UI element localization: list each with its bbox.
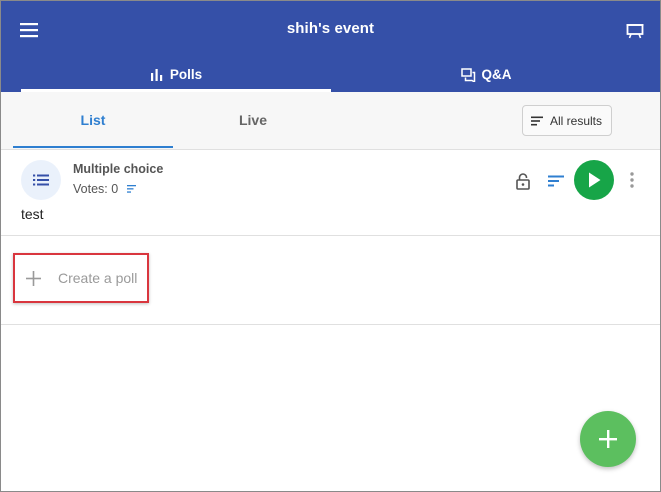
sub-tab-bar: List Live All results <box>1 92 660 150</box>
poll-question: test <box>21 206 44 222</box>
present-mode-button[interactable] <box>620 17 650 45</box>
plus-icon <box>26 270 41 286</box>
list-icon <box>33 174 49 186</box>
more-vertical-icon <box>630 172 634 188</box>
create-poll-label: Create a poll <box>58 270 138 286</box>
tab-list[interactable]: List <box>13 92 173 148</box>
tab-polls[interactable]: Polls <box>21 57 331 92</box>
create-poll-button[interactable]: Create a poll <box>13 253 149 303</box>
poll-more-options-button[interactable] <box>623 168 641 192</box>
poll-type-avatar <box>21 160 61 200</box>
event-title: shih's event <box>286 20 375 37</box>
tab-polls-label: Polls <box>169 67 203 82</box>
activate-poll-button[interactable] <box>574 160 614 200</box>
all-results-button[interactable]: All results <box>522 105 612 136</box>
chat-bubbles-icon <box>460 67 475 82</box>
plus-icon <box>599 430 617 448</box>
unlock-poll-button[interactable] <box>512 170 534 192</box>
sort-lines-icon <box>548 175 564 187</box>
tab-live[interactable]: Live <box>173 92 333 148</box>
bar-chart-icon <box>150 68 163 81</box>
sort-lines-icon <box>127 185 137 193</box>
all-results-label: All results <box>550 113 603 128</box>
create-poll-row: Create a poll <box>1 236 660 325</box>
tab-qa-label: Q&A <box>481 67 512 82</box>
poll-list-item[interactable]: Multiple choice Votes: 0 test <box>1 150 660 236</box>
app-header: shih's event Polls Q&A <box>1 1 660 92</box>
poll-votes-label: Votes: 0 <box>73 182 119 196</box>
tab-qa[interactable]: Q&A <box>331 57 641 92</box>
add-poll-fab[interactable] <box>580 411 636 467</box>
poll-type-label: Multiple choice <box>73 162 164 176</box>
presentation-screen-icon <box>626 24 644 39</box>
tab-live-label: Live <box>238 112 267 128</box>
poll-votes: Votes: 0 <box>73 182 137 196</box>
sort-lines-icon <box>531 116 543 125</box>
unlocked-padlock-icon <box>516 172 530 190</box>
tab-list-label: List <box>80 112 106 128</box>
app-window: shih's event Polls Q&A List Live All res… <box>0 0 661 492</box>
play-icon <box>589 172 601 188</box>
poll-results-button[interactable] <box>545 170 567 192</box>
